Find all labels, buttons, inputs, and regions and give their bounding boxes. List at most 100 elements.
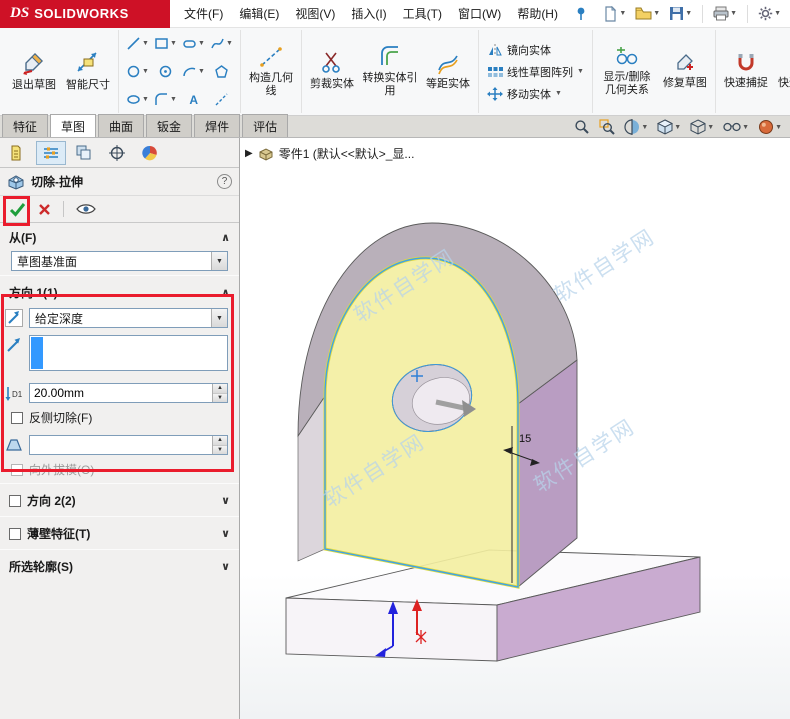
view-orientation-icon[interactable]: ▼ — [657, 119, 681, 135]
preview-eye-icon[interactable] — [76, 203, 96, 215]
offset-entities-button[interactable]: 等距实体 — [423, 49, 473, 93]
perimeter-circle-icon[interactable] — [152, 58, 179, 85]
depth-d1-icon: D1 — [4, 383, 24, 403]
quick-snaps-label: 快速捕捉 — [723, 77, 768, 90]
end-condition-combo[interactable]: 给定深度 ▼ — [29, 308, 228, 328]
display-style-icon[interactable]: ▼ — [690, 119, 714, 135]
tab-surfaces[interactable]: 曲面 — [98, 114, 145, 137]
menu-file[interactable]: 文件(F) — [176, 1, 231, 26]
dropdown-arrow-icon[interactable]: ▼ — [211, 252, 227, 270]
line-icon[interactable]: ▼ — [124, 30, 151, 57]
featuremanager-tab[interactable] — [3, 141, 33, 165]
tab-features[interactable]: 特征 — [2, 114, 49, 137]
menu-view[interactable]: 视图(V) — [287, 1, 343, 26]
convert-entities-button[interactable]: 转换实体引用 — [361, 43, 419, 100]
direction2-section-header[interactable]: 方向 2(2) ∨ — [0, 486, 239, 514]
construction-geometry-button[interactable]: 构造几何线 — [246, 43, 296, 100]
tab-weldments[interactable]: 焊件 — [194, 114, 241, 137]
hide-show-icon[interactable]: ▼ — [723, 121, 749, 133]
feature-tree-item-label[interactable]: 零件1 (默认<<默认>_显... — [279, 145, 415, 162]
text-icon[interactable]: A — [180, 86, 207, 113]
tab-evaluate[interactable]: 评估 — [242, 114, 289, 137]
dimxpertmanager-tab[interactable] — [102, 141, 132, 165]
depth-input[interactable] — [30, 384, 212, 402]
polygon-icon[interactable] — [208, 58, 235, 85]
exit-sketch-label: 退出草图 — [12, 79, 56, 92]
draft-outward-checkbox — [11, 463, 23, 476]
flip-side-checkbox[interactable] — [11, 411, 23, 424]
new-document-icon[interactable]: ▼ — [600, 4, 629, 24]
reverse-direction-icon[interactable] — [4, 308, 24, 328]
direction1-section-header[interactable]: 方向 1(1) ∧ — [0, 278, 239, 306]
feature-tree-flyout[interactable]: ▶ 零件1 (默认<<默认>_显... — [245, 145, 414, 162]
mirror-entities-button[interactable]: 镜向实体 — [484, 41, 587, 59]
help-icon[interactable]: ? — [217, 174, 232, 189]
spin-up-icon[interactable]: ▲ — [213, 436, 227, 446]
flyout-expand-icon[interactable]: ▶ — [245, 148, 253, 159]
section-view-icon[interactable]: ▼ — [624, 119, 648, 135]
options-icon[interactable]: ▼ — [755, 4, 784, 23]
circle-icon[interactable]: ▼ — [124, 58, 151, 85]
dropdown-arrow-icon[interactable]: ▼ — [211, 309, 227, 327]
menu-help[interactable]: 帮助(H) — [509, 1, 566, 26]
display-delete-relations-button[interactable]: 显示/删除几何关系 — [598, 44, 656, 99]
cancel-button[interactable] — [38, 203, 51, 216]
selected-contours-section-header[interactable]: 所选轮廓(S) ∨ — [0, 552, 239, 580]
move-entities-button[interactable]: 移动实体 ▼ — [484, 85, 587, 103]
manager-tabs — [0, 138, 239, 168]
graphics-area[interactable]: ▶ 零件1 (默认<<默认>_显... 15 软件自学网 软件自学网 软件自学网… — [240, 138, 790, 719]
direction-selection-box[interactable] — [29, 335, 228, 371]
spline-icon[interactable]: ▼ — [208, 30, 235, 57]
smart-dimension-label: 智能尺寸 — [66, 79, 110, 92]
pin-menu-icon[interactable] — [574, 6, 588, 22]
expand-chevron-icon[interactable]: ∨ — [221, 560, 230, 573]
collapse-chevron-icon[interactable]: ∧ — [221, 231, 230, 244]
from-section-header[interactable]: 从(F) ∧ — [0, 223, 239, 251]
draft-input[interactable] — [30, 436, 212, 454]
draft-icon[interactable] — [4, 435, 24, 455]
smart-dimension-button[interactable]: 智能尺寸 — [63, 48, 113, 94]
rectangle-icon[interactable]: ▼ — [152, 30, 179, 57]
zoom-area-icon[interactable] — [599, 119, 616, 135]
collapse-chevron-icon[interactable]: ∧ — [221, 286, 230, 299]
print-icon[interactable]: ▼ — [710, 4, 740, 23]
tab-sketch[interactable]: 草图 — [50, 114, 97, 137]
thin-feature-checkbox[interactable] — [9, 527, 21, 540]
arc-icon[interactable]: ▼ — [180, 58, 207, 85]
slot-icon[interactable]: ▼ — [180, 30, 207, 57]
expand-chevron-icon[interactable]: ∨ — [221, 494, 230, 507]
centerline-icon[interactable] — [208, 86, 235, 113]
linear-pattern-button[interactable]: 线性草图阵列 ▼ — [484, 63, 587, 81]
trim-entities-button[interactable]: 剪裁实体 — [307, 49, 357, 93]
menu-window[interactable]: 窗口(W) — [450, 1, 509, 26]
save-icon[interactable]: ▼ — [666, 4, 695, 23]
menu-insert[interactable]: 插入(I) — [343, 1, 394, 26]
spin-down-icon[interactable]: ▼ — [213, 393, 227, 402]
configurationmanager-tab[interactable] — [69, 141, 99, 165]
expand-chevron-icon[interactable]: ∨ — [221, 527, 230, 540]
zoom-fit-icon[interactable] — [574, 119, 590, 135]
selection-highlight — [31, 337, 43, 369]
exit-sketch-button[interactable]: 退出草图 — [9, 48, 59, 94]
menu-edit[interactable]: 编辑(E) — [231, 1, 287, 26]
spin-up-icon[interactable]: ▲ — [213, 384, 227, 394]
thin-feature-section-header[interactable]: 薄壁特征(T) ∨ — [0, 519, 239, 547]
direction2-checkbox[interactable] — [9, 494, 21, 507]
from-plane-combo[interactable]: 草图基准面 ▼ — [11, 251, 228, 271]
open-icon[interactable]: ▼ — [632, 4, 663, 23]
repair-sketch-button[interactable]: 修复草图 — [660, 50, 710, 92]
model-viewport[interactable]: 15 软件自学网 软件自学网 软件自学网 软件自学网 — [240, 138, 790, 719]
spin-down-icon[interactable]: ▼ — [213, 445, 227, 454]
fillet-icon[interactable]: ▼ — [152, 86, 179, 113]
rapid-sketch-button[interactable]: 快速草图 — [775, 50, 790, 92]
ok-button[interactable] — [9, 202, 26, 217]
appearance-icon[interactable]: ▼ — [758, 119, 782, 135]
menu-tools[interactable]: 工具(T) — [395, 1, 450, 26]
tab-sheet-metal[interactable]: 钣金 — [146, 114, 193, 137]
displaymanager-tab[interactable] — [135, 141, 165, 165]
toolbar-separator — [747, 4, 749, 23]
propertymanager-tab[interactable] — [36, 140, 66, 165]
flip-side-label: 反侧切除(F) — [29, 411, 93, 425]
quick-snaps-button[interactable]: 快速捕捉 — [721, 50, 771, 92]
ellipse-icon[interactable]: ▼ — [124, 86, 151, 113]
